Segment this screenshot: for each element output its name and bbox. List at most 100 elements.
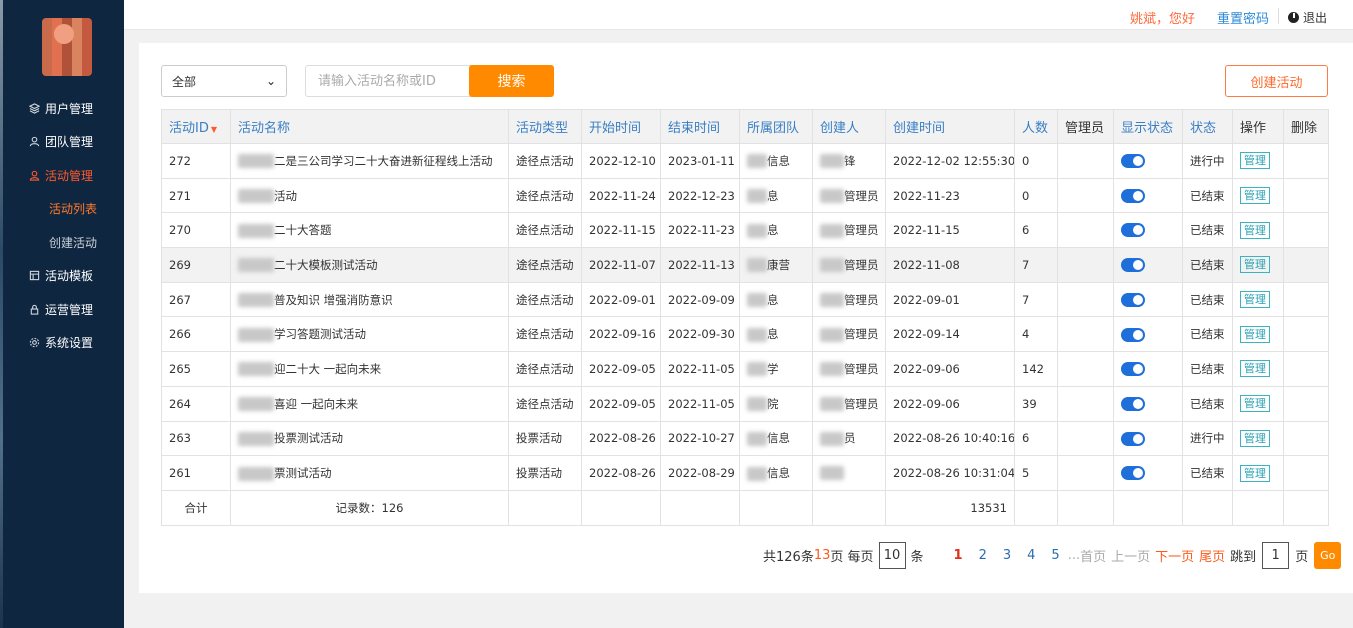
sidebar-item-operations[interactable]: 运营管理 bbox=[28, 301, 93, 318]
column-header-count[interactable]: 人数 bbox=[1014, 109, 1058, 144]
sidebar-item-users[interactable]: 用户管理 bbox=[28, 100, 93, 117]
column-header-display[interactable]: 显示状态 bbox=[1113, 109, 1183, 144]
manage-button[interactable]: 管理 bbox=[1240, 152, 1270, 170]
jump-page-input[interactable]: 1 bbox=[1262, 541, 1290, 569]
table-row: 266 学习答题测试活动 途径点活动 2022-09-16 2022-09-30 息 管理员… bbox=[161, 316, 1329, 353]
page-2[interactable]: 2 bbox=[979, 548, 987, 563]
reset-password-link[interactable]: 重置密码 bbox=[1217, 8, 1269, 27]
manage-button[interactable]: 管理 bbox=[1240, 395, 1270, 413]
participant-count: 6 bbox=[1022, 223, 1030, 238]
redacted-text bbox=[238, 327, 274, 342]
start-date: 2022-09-01 bbox=[589, 292, 656, 307]
sidebar-item-settings[interactable]: 系统设置 bbox=[28, 334, 93, 351]
display-toggle[interactable] bbox=[1121, 362, 1145, 377]
last-page-link[interactable]: 尾页 bbox=[1199, 546, 1225, 565]
activity-type: 投票活动 bbox=[516, 466, 562, 481]
page-suffix: 页 bbox=[1295, 549, 1309, 565]
page-4[interactable]: 4 bbox=[1027, 548, 1035, 563]
prev-page-link[interactable]: 上一页 bbox=[1111, 546, 1150, 565]
user-icon bbox=[28, 170, 40, 182]
manage-button[interactable]: 管理 bbox=[1240, 325, 1270, 343]
logout-label: 退出 bbox=[1303, 11, 1328, 25]
layers-icon bbox=[28, 103, 40, 115]
manage-button[interactable]: 管理 bbox=[1240, 256, 1270, 274]
activity-id: 261 bbox=[169, 466, 191, 481]
table-row: 269 二十大模板测试活动 途径点活动 2022-11-07 2022-11-13 康营 管… bbox=[161, 247, 1329, 283]
page-5[interactable]: 5 bbox=[1051, 548, 1059, 563]
table-total-row: 合计 记录数：126 13531 bbox=[161, 489, 1329, 526]
sidebar-item-label: 活动管理 bbox=[45, 169, 94, 183]
team-name: 信息 bbox=[767, 431, 790, 446]
page-3[interactable]: 3 bbox=[1003, 548, 1011, 563]
go-button[interactable]: Go bbox=[1314, 541, 1342, 569]
sidebar-subitem-create-activity[interactable]: 创建活动 bbox=[49, 234, 97, 251]
activity-name: 迎二十大 一起向未来 bbox=[274, 361, 382, 376]
column-header-op: 操作 bbox=[1232, 109, 1284, 144]
column-header-end[interactable]: 结束时间 bbox=[660, 109, 740, 144]
manage-button[interactable]: 管理 bbox=[1240, 291, 1270, 309]
column-header-id[interactable]: 活动ID ▼ bbox=[161, 109, 231, 144]
created-time: 2022-09-06 bbox=[893, 396, 960, 411]
column-header-type[interactable]: 活动类型 bbox=[508, 109, 582, 144]
participant-count: 7 bbox=[1022, 257, 1030, 272]
table-row: 263 投票测试活动 投票活动 2022-08-26 2022-10-27 信息 员 2022… bbox=[161, 420, 1329, 457]
column-header-team[interactable]: 所属团队 bbox=[739, 109, 813, 144]
activity-id: 270 bbox=[169, 223, 191, 238]
column-header-name[interactable]: 活动名称 bbox=[230, 109, 509, 144]
activity-id: 264 bbox=[169, 396, 191, 411]
display-toggle[interactable] bbox=[1121, 431, 1145, 446]
sidebar-subitem-activity-list[interactable]: 活动列表 bbox=[49, 200, 97, 217]
pages-suffix: 页 每页 bbox=[830, 549, 874, 565]
activity-name: 二十大答题 bbox=[274, 223, 332, 238]
page-size-input[interactable]: 10 bbox=[878, 541, 906, 569]
pagination-ellipsis: ... bbox=[1067, 547, 1081, 563]
activity-id: 267 bbox=[169, 292, 191, 307]
creator-name: 员 bbox=[844, 431, 856, 446]
display-toggle[interactable] bbox=[1121, 154, 1145, 169]
sidebar-item-activities[interactable]: 活动管理 bbox=[28, 167, 93, 184]
table-row: 265 迎二十大 一起向未来 途径点活动 2022-09-05 2022-11-05 学 管… bbox=[161, 351, 1329, 387]
column-header-created[interactable]: 创建时间 bbox=[885, 109, 1015, 144]
first-page-link[interactable]: 首页 bbox=[1080, 546, 1106, 565]
total-people: 13531 bbox=[885, 489, 1015, 526]
sidebar-item-label: 团队管理 bbox=[45, 135, 94, 149]
team-name: 息 bbox=[767, 223, 779, 238]
logout-button[interactable]: 退出 bbox=[1288, 9, 1327, 26]
manage-button[interactable]: 管理 bbox=[1240, 221, 1270, 239]
activity-type-select[interactable]: 全部 ⌄ bbox=[161, 65, 287, 97]
start-date: 2022-08-26 bbox=[589, 466, 656, 481]
divider bbox=[1278, 8, 1279, 24]
search-input[interactable] bbox=[305, 65, 471, 97]
start-date: 2022-12-10 bbox=[589, 153, 656, 168]
team-name: 信息 bbox=[767, 153, 790, 168]
display-toggle[interactable] bbox=[1121, 327, 1145, 342]
search-button[interactable]: 搜索 bbox=[469, 65, 554, 97]
manage-button[interactable]: 管理 bbox=[1240, 464, 1270, 482]
activity-name: 投票测试活动 bbox=[274, 431, 343, 446]
activity-status: 已结束 bbox=[1190, 292, 1225, 307]
display-toggle[interactable] bbox=[1121, 396, 1145, 411]
display-toggle[interactable] bbox=[1121, 258, 1145, 273]
sidebar-item-teams[interactable]: 团队管理 bbox=[28, 133, 93, 150]
column-header-creator[interactable]: 创建人 bbox=[812, 109, 886, 144]
manage-button[interactable]: 管理 bbox=[1240, 429, 1270, 447]
display-toggle[interactable] bbox=[1121, 292, 1145, 307]
end-date: 2022-09-09 bbox=[668, 292, 735, 307]
display-toggle[interactable] bbox=[1121, 188, 1145, 203]
sidebar-item-templates[interactable]: 活动模板 bbox=[28, 267, 93, 284]
page-1[interactable]: 1 bbox=[954, 548, 963, 563]
column-header-status[interactable]: 状态 bbox=[1182, 109, 1233, 144]
created-time: 2022-11-23 bbox=[893, 188, 960, 203]
create-activity-button[interactable]: 创建活动 bbox=[1225, 65, 1328, 97]
display-toggle[interactable] bbox=[1121, 466, 1145, 481]
activity-status: 已结束 bbox=[1190, 223, 1225, 238]
manage-button[interactable]: 管理 bbox=[1240, 187, 1270, 205]
activity-type: 途径点活动 bbox=[516, 153, 574, 168]
display-toggle[interactable] bbox=[1121, 223, 1145, 238]
activity-type: 途径点活动 bbox=[516, 223, 574, 238]
team-name: 院 bbox=[767, 396, 779, 411]
redacted-text bbox=[747, 397, 767, 412]
manage-button[interactable]: 管理 bbox=[1240, 360, 1270, 378]
column-header-start[interactable]: 开始时间 bbox=[581, 109, 661, 144]
next-page-link[interactable]: 下一页 bbox=[1155, 546, 1194, 565]
